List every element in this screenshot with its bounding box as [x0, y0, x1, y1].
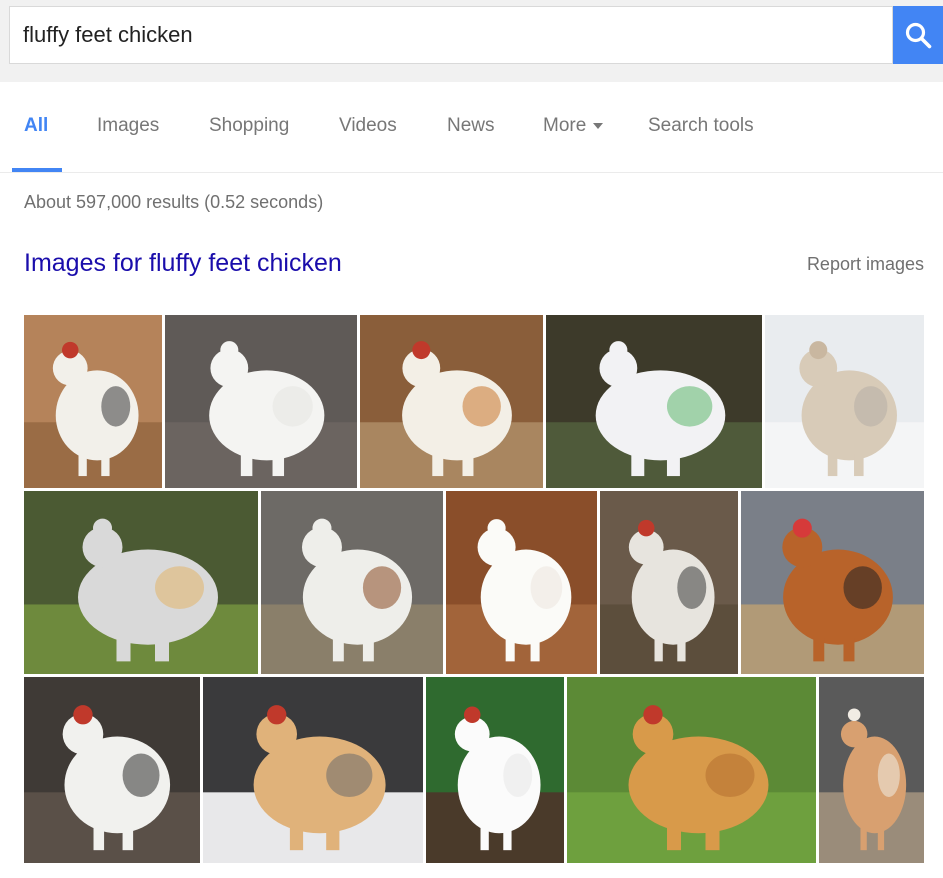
tab-all[interactable]: All — [24, 82, 48, 172]
search-tabs: All Images Shopping Videos News More Sea… — [0, 82, 943, 173]
search-bar-area — [0, 0, 943, 82]
image-thumbnail[interactable] — [446, 491, 597, 674]
tab-images[interactable]: Images — [97, 82, 159, 172]
image-thumbnail[interactable] — [567, 677, 816, 863]
tab-more-label: More — [543, 115, 587, 136]
results-stats: About 597,000 results (0.52 seconds) — [24, 192, 324, 212]
report-images-link[interactable]: Report images — [807, 254, 924, 275]
image-thumbnail[interactable] — [24, 315, 162, 488]
image-thumbnail[interactable] — [261, 491, 443, 674]
image-thumbnail[interactable] — [765, 315, 924, 488]
caret-down-icon — [593, 122, 604, 129]
tab-shopping[interactable]: Shopping — [209, 82, 289, 172]
active-tab-indicator — [12, 168, 62, 172]
tab-more[interactable]: More — [543, 82, 604, 172]
image-thumbnail[interactable] — [203, 677, 423, 863]
tab-news[interactable]: News — [447, 82, 495, 172]
search-button[interactable] — [893, 6, 943, 64]
tab-videos[interactable]: Videos — [339, 82, 397, 172]
image-thumbnail[interactable] — [819, 677, 924, 863]
image-thumbnail[interactable] — [741, 491, 924, 674]
tab-search-tools[interactable]: Search tools — [648, 82, 754, 172]
search-icon — [905, 22, 932, 49]
image-thumbnail[interactable] — [24, 491, 258, 674]
search-input[interactable] — [23, 7, 883, 63]
image-thumbnail[interactable] — [165, 315, 357, 488]
search-box[interactable] — [9, 6, 893, 64]
image-thumbnail[interactable] — [360, 315, 543, 488]
image-thumbnail[interactable] — [24, 677, 200, 863]
image-thumbnail[interactable] — [426, 677, 564, 863]
image-thumbnail[interactable] — [546, 315, 762, 488]
image-thumbnail[interactable] — [600, 491, 738, 674]
images-section-title[interactable]: Images for fluffy feet chicken — [24, 249, 342, 278]
